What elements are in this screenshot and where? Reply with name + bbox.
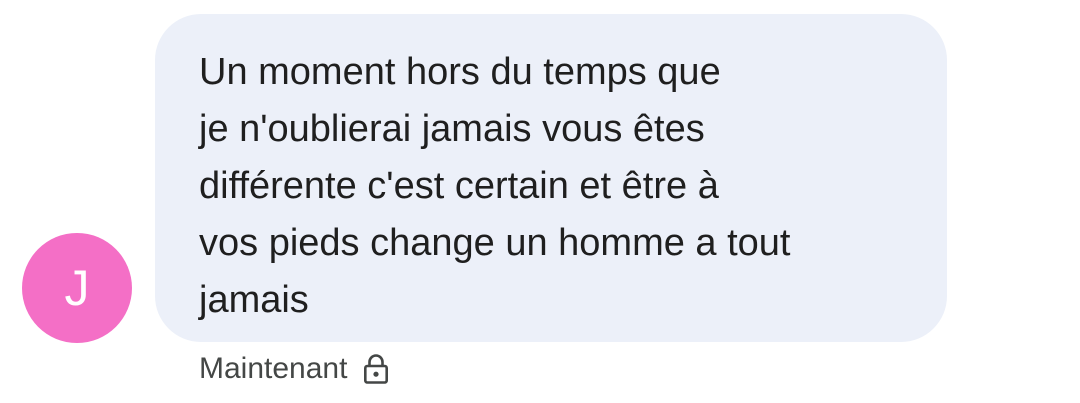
message-text: Un moment hors du temps que je n'oublier… [199,51,791,321]
lock-icon [363,353,389,385]
incoming-message-bubble[interactable]: Un moment hors du temps que je n'oublier… [155,14,947,342]
message-meta: Maintenant [199,348,389,390]
avatar-initial: J [64,260,90,316]
conversation-view: J Un moment hors du temps que je n'oubli… [0,0,1080,403]
sender-avatar[interactable]: J [22,233,132,343]
message-timestamp: Maintenant [199,352,348,385]
